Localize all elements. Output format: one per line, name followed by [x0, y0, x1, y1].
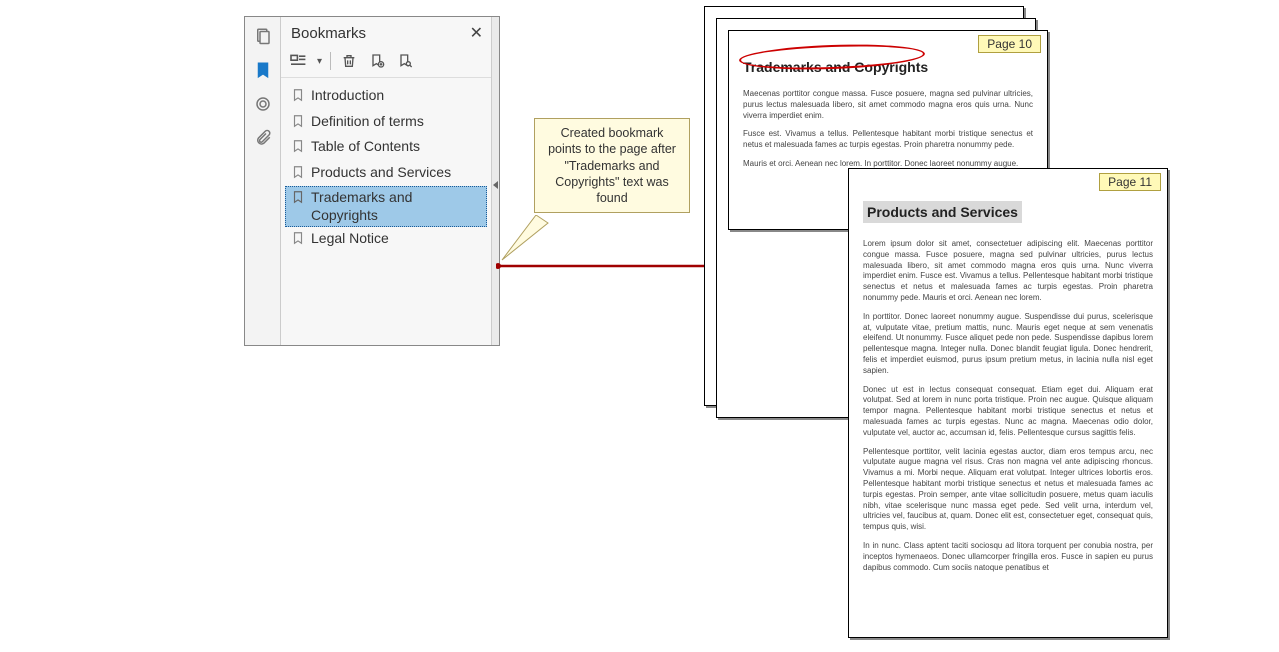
panel-title: Bookmarks — [291, 25, 366, 42]
target-icon[interactable] — [252, 93, 274, 115]
page11-para: Donec ut est in lectus consequat consequ… — [849, 385, 1167, 439]
bookmark-label: Products and Services — [311, 164, 451, 182]
bookmark-label: Introduction — [311, 87, 384, 105]
page10-para: Fusce est. Vivamus a tellus. Pellentesqu… — [729, 129, 1047, 151]
bookmarks-icon[interactable] — [252, 59, 274, 81]
bookmark-item[interactable]: Legal Notice — [285, 227, 487, 253]
bookmarks-panel: Bookmarks ✕ ▾ Introduction — [244, 16, 500, 346]
callout-text: Created bookmark points to the page afte… — [548, 126, 676, 205]
pages-thumbnails-icon[interactable] — [252, 25, 274, 47]
find-bookmark-icon[interactable] — [395, 51, 415, 71]
page-11: Page 11 Products and Services Lorem ipsu… — [848, 168, 1168, 638]
bookmark-outline-icon — [291, 114, 305, 133]
page11-para: Lorem ipsum dolor sit amet, consectetuer… — [849, 239, 1167, 304]
toolbar-separator — [330, 52, 331, 70]
bookmark-label: Definition of terms — [311, 113, 424, 131]
bookmark-label: Trademarks and Copyrights — [311, 189, 481, 224]
bookmark-outline-icon — [291, 190, 305, 209]
bookmarks-list: Introduction Definition of terms Table o… — [281, 78, 491, 345]
bookmark-item[interactable]: Definition of terms — [285, 110, 487, 136]
bookmark-label: Table of Contents — [311, 138, 420, 156]
close-icon[interactable]: ✕ — [470, 23, 483, 43]
page10-para: Maecenas porttitor congue massa. Fusce p… — [729, 89, 1047, 121]
delete-icon[interactable] — [339, 51, 359, 71]
bookmark-outline-icon — [291, 231, 305, 250]
left-rail — [245, 17, 281, 345]
options-menu-icon[interactable] — [289, 51, 309, 71]
bookmark-item[interactable]: Table of Contents — [285, 135, 487, 161]
bookmark-outline-icon — [291, 139, 305, 158]
bookmark-outline-icon — [291, 88, 305, 107]
bookmark-label: Legal Notice — [311, 230, 389, 248]
panel-body: Bookmarks ✕ ▾ Introduction — [281, 17, 491, 345]
page11-title: Products and Services — [863, 201, 1022, 223]
bookmark-item[interactable]: Introduction — [285, 84, 487, 110]
bookmark-item[interactable]: Products and Services — [285, 161, 487, 187]
panel-header: Bookmarks ✕ — [281, 17, 491, 47]
page11-para: In porttitor. Donec laoreet nonummy augu… — [849, 312, 1167, 377]
page11-para: Pellentesque porttitor, velit lacinia eg… — [849, 447, 1167, 533]
bookmark-item-selected[interactable]: Trademarks and Copyrights — [285, 186, 487, 227]
panel-toolbar: ▾ — [281, 47, 491, 78]
page11-para: In in nunc. Class aptent taciti sociosqu… — [849, 541, 1167, 573]
new-bookmark-icon[interactable] — [367, 51, 387, 71]
panel-resize-handle[interactable] — [491, 17, 499, 345]
bookmark-outline-icon — [291, 165, 305, 184]
page10-title: Trademarks and Copyrights — [729, 49, 942, 81]
page-label-11: Page 11 — [1099, 173, 1161, 191]
attachments-icon[interactable] — [252, 127, 274, 149]
callout-box: Created bookmark points to the page afte… — [534, 118, 690, 213]
